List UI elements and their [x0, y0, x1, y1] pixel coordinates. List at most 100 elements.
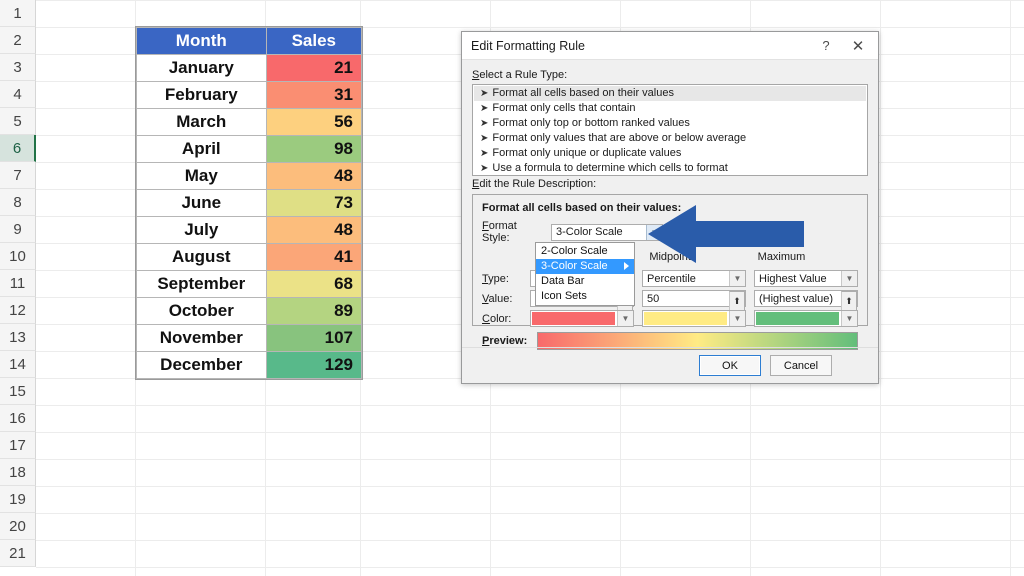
rule-type-item-0[interactable]: ➤ Format all cells based on their values	[474, 86, 866, 101]
row-header-strip[interactable]: 1 2 3 4 5 6 7 8 9 10 11 12 13 14 15 16 17 18 19 20 21	[0, 0, 36, 576]
cell-sales[interactable]: 73	[265, 189, 363, 217]
row-header-8[interactable]: 8	[0, 189, 36, 216]
row-header-18[interactable]: 18	[0, 459, 36, 486]
table-row[interactable]: September 68	[136, 270, 363, 298]
cell-sales[interactable]: 68	[265, 270, 363, 298]
cell-month[interactable]: August	[136, 243, 267, 271]
cell-month[interactable]: September	[136, 270, 267, 298]
format-style-option-0[interactable]: 2-Color Scale	[536, 244, 634, 259]
row-header-15[interactable]: 15	[0, 378, 36, 405]
chevron-down-icon[interactable]: ▼	[729, 271, 745, 286]
format-style-option-1[interactable]: 3-Color Scale	[536, 259, 634, 274]
midpoint-type-combo[interactable]: Percentile ▼	[642, 270, 746, 287]
format-style-combo[interactable]: 3-Color Scale ▼	[551, 223, 663, 241]
cell-month[interactable]: July	[136, 216, 267, 244]
dialog-footer: OK Cancel	[462, 347, 878, 383]
cell-sales[interactable]: 107	[265, 324, 363, 352]
row-header-2[interactable]: 2	[0, 27, 36, 54]
cell-month[interactable]: June	[136, 189, 267, 217]
help-icon[interactable]: ?	[810, 33, 842, 59]
row-header-17[interactable]: 17	[0, 432, 36, 459]
close-icon[interactable]: ✕	[842, 33, 874, 59]
cell-month[interactable]: February	[136, 81, 267, 109]
cell-month[interactable]: April	[136, 135, 267, 163]
row-header-5[interactable]: 5	[0, 108, 36, 135]
cell-month[interactable]: March	[136, 108, 267, 136]
cell-sales[interactable]: 56	[265, 108, 363, 136]
table-row[interactable]: August 41	[136, 243, 363, 271]
cell-month[interactable]: January	[136, 54, 267, 82]
table-row[interactable]: January 21	[136, 54, 363, 82]
maximum-value-field[interactable]: (Highest value) ⬆	[754, 290, 858, 312]
rule-type-item-5[interactable]: ➤ Use a formula to determine which cells …	[474, 161, 866, 175]
format-style-dropdown-list[interactable]: 2-Color Scale 3-Color Scale Data Bar Icon S…	[535, 242, 635, 306]
row-header-6[interactable]: 6	[0, 135, 36, 162]
table-row[interactable]: October 89	[136, 297, 363, 325]
cell-month[interactable]: October	[136, 297, 267, 325]
bullet-arrow-icon: ➤	[480, 88, 489, 99]
dialog-title-bar[interactable]: Edit Formatting Rule ? ✕	[462, 32, 878, 60]
row-header-10[interactable]: 10	[0, 243, 36, 270]
cell-sales[interactable]: 31	[265, 81, 363, 109]
row-header-19[interactable]: 19	[0, 486, 36, 513]
rule-type-item-1[interactable]: ➤ Format only cells that contain	[474, 101, 866, 116]
cell-month[interactable]: May	[136, 162, 267, 190]
rule-type-item-2[interactable]: ➤ Format only top or bottom ranked values	[474, 116, 866, 131]
cell-month[interactable]: December	[136, 351, 267, 379]
rule-type-item-4[interactable]: ➤ Format only unique or duplicate values	[474, 146, 866, 161]
annotation-arrow-icon	[648, 205, 804, 263]
cell-sales[interactable]: 21	[265, 54, 363, 82]
row-header-21[interactable]: 21	[0, 540, 36, 567]
cell-sales[interactable]: 48	[265, 216, 363, 244]
midpoint-color-picker[interactable]: ▼	[642, 310, 746, 327]
table-row[interactable]: May 48	[136, 162, 363, 190]
midpoint-value-field[interactable]: 50 ⬆	[642, 290, 746, 312]
maximum-type-combo[interactable]: Highest Value ▼	[754, 270, 858, 287]
value-picker-icon[interactable]: ⬆	[729, 291, 745, 312]
column-header-sales[interactable]: Sales	[265, 27, 363, 55]
row-header-12[interactable]: 12	[0, 297, 36, 324]
row-header-9[interactable]: 9	[0, 216, 36, 243]
chevron-down-icon[interactable]: ▼	[841, 311, 857, 326]
table-row[interactable]: December 129	[136, 351, 363, 379]
row-header-7[interactable]: 7	[0, 162, 36, 189]
cell-sales[interactable]: 48	[265, 162, 363, 190]
row-header-13[interactable]: 13	[0, 324, 36, 351]
format-style-option-2[interactable]: Data Bar	[536, 274, 634, 289]
cancel-button[interactable]: Cancel	[770, 355, 832, 376]
table-row[interactable]: February 31	[136, 81, 363, 109]
table-row[interactable]: November 107	[136, 324, 363, 352]
row-header-14[interactable]: 14	[0, 351, 36, 378]
chevron-down-icon[interactable]: ▼	[729, 311, 745, 326]
row-header-4[interactable]: 4	[0, 81, 36, 108]
table-row[interactable]: June 73	[136, 189, 363, 217]
grid-vline	[880, 0, 881, 576]
cell-sales[interactable]: 98	[265, 135, 363, 163]
format-style-label: Format Style:	[482, 220, 517, 244]
row-header-20[interactable]: 20	[0, 513, 36, 540]
ok-button[interactable]: OK	[699, 355, 761, 376]
maximum-color-picker[interactable]: ▼	[754, 310, 858, 327]
cell-month[interactable]: November	[136, 324, 267, 352]
column-header-month[interactable]: Month	[136, 27, 267, 55]
cell-sales[interactable]: 129	[265, 351, 363, 379]
value-picker-icon[interactable]: ⬆	[841, 291, 857, 312]
rule-type-item-3[interactable]: ➤ Format only values that are above or be…	[474, 131, 866, 146]
row-header-11[interactable]: 11	[0, 270, 36, 297]
rule-type-list[interactable]: ➤ Format all cells based on their values ➤…	[472, 84, 868, 176]
cell-sales[interactable]: 41	[265, 243, 363, 271]
chevron-down-icon[interactable]: ▼	[841, 271, 857, 286]
table-header-row: Month Sales	[136, 27, 363, 55]
cell-sales[interactable]: 89	[265, 297, 363, 325]
format-style-option-3[interactable]: Icon Sets	[536, 289, 634, 304]
row-header-1[interactable]: 1	[0, 0, 36, 27]
table-row[interactable]: March 56	[136, 108, 363, 136]
row-header-3[interactable]: 3	[0, 54, 36, 81]
table-row[interactable]: July 48	[136, 216, 363, 244]
row-header-16[interactable]: 16	[0, 405, 36, 432]
minimum-color-picker[interactable]: ▼	[530, 310, 634, 327]
chevron-down-icon[interactable]: ▼	[617, 311, 633, 326]
sales-data-table[interactable]: Month Sales January 21 February 31 March 56 Ap…	[135, 26, 363, 380]
table-row[interactable]: April 98	[136, 135, 363, 163]
grid-hline	[36, 486, 1024, 487]
